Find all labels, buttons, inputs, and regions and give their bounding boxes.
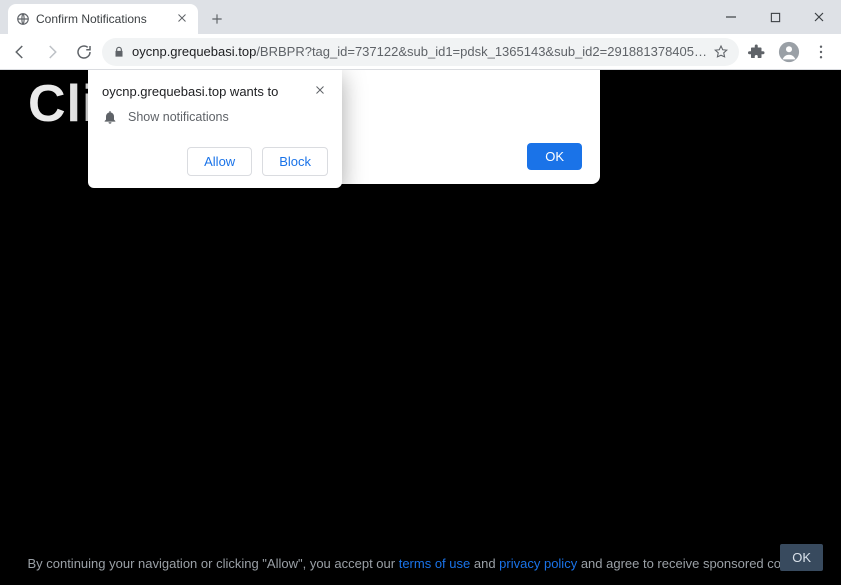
close-icon[interactable] [314,84,328,98]
new-tab-button[interactable] [204,6,230,32]
consent-ok-button[interactable]: OK [780,544,823,571]
block-button[interactable]: Block [262,147,328,176]
consent-text-mid: and [470,556,499,571]
notification-permission-prompt: oycnp.grequebasi.top wants to Show notif… [88,70,342,188]
profile-avatar[interactable] [775,38,803,66]
maximize-button[interactable] [753,0,797,34]
url-text: oycnp.grequebasi.top/BRBPR?tag_id=737122… [132,44,707,59]
lock-icon [112,45,126,59]
allow-button[interactable]: Allow [187,147,252,176]
reload-button[interactable] [70,38,98,66]
window-controls [709,0,841,34]
close-icon[interactable] [176,12,190,26]
consent-bar: By continuing your navigation or clickin… [0,546,841,585]
globe-icon [16,12,30,26]
window-close-button[interactable] [797,0,841,34]
browser-tab[interactable]: Confirm Notifications [8,4,198,34]
minimize-button[interactable] [709,0,753,34]
kebab-menu-button[interactable] [807,38,835,66]
terms-link[interactable]: terms of use [399,556,471,571]
browser-titlebar: Confirm Notifications [0,0,841,34]
permission-origin: oycnp.grequebasi.top wants to [102,84,278,99]
forward-button[interactable] [38,38,66,66]
extensions-button[interactable] [743,38,771,66]
consent-text-suffix: and agree to receive sponsored content. [577,556,813,571]
privacy-link[interactable]: privacy policy [499,556,577,571]
alert-ok-button[interactable]: OK [527,143,582,170]
back-button[interactable] [6,38,34,66]
bell-icon [102,109,118,125]
permission-item-label: Show notifications [128,110,229,124]
page-viewport: Click "allow" t you are si.top says LOSE… [0,70,841,585]
browser-toolbar: oycnp.grequebasi.top/BRBPR?tag_id=737122… [0,34,841,70]
tab-title: Confirm Notifications [36,12,170,26]
consent-text-prefix: By continuing your navigation or clickin… [27,556,398,571]
bookmark-star-icon[interactable] [713,44,729,60]
address-bar[interactable]: oycnp.grequebasi.top/BRBPR?tag_id=737122… [102,38,739,66]
